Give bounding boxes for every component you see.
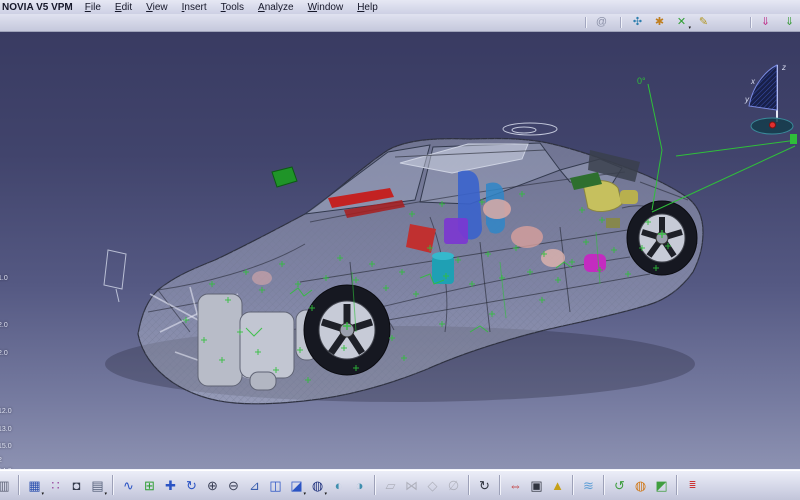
car-model-scene[interactable]: 0° [0,32,800,470]
menu-analyze[interactable]: Analyze [258,2,294,13]
compass-z-label: z [781,63,786,72]
fit-x-icon[interactable]: ✕▾ [673,15,690,29]
clipped-icon[interactable]: ▥ [0,474,14,497]
top-toolbar: @ ✣ ✱ ✕▾ ✎ ⇓ ⇓ [0,14,800,32]
rotate-icon[interactable]: ↻ [181,474,202,497]
bottom-toolbar: ▥▦▾∷◘▤▾∿⊞✚↻⊕⊖⊿◫◪▾◍▾◐◑▱⋈◇∅↻⇔▣▲≋↺◍◩≣ [0,469,800,500]
annotation-icon: ◇ [422,474,443,497]
dropdown-caret: ▾ [104,492,107,497]
report-transition-icon[interactable]: ▤▾ [87,474,108,497]
dropdown-caret: ▾ [688,26,691,31]
toolbar-separator [603,475,605,495]
measure-between-icon: ▱ [380,474,401,497]
star-edit-icon[interactable]: ✎ [695,15,712,29]
coords-readout-icon[interactable]: ≣ [682,474,703,497]
compass-center-dot[interactable] [770,122,776,128]
compass-y-label: y [744,95,750,104]
tree-node-label[interactable]: 2 [0,457,2,465]
menu-insert[interactable]: Insert [182,2,207,13]
angle-annotation: 0° [637,76,646,86]
hide-show-icon[interactable]: ◐ [328,474,349,497]
tree-node-label[interactable]: 2.0 [0,322,8,330]
menu-items: File Edit View Insert Tools Analyze Window Help [85,2,392,13]
menu-tools[interactable]: Tools [221,2,244,13]
doc-export-icon[interactable]: ⇓ [781,15,798,29]
pan-icon[interactable]: ✚ [160,474,181,497]
menu-view[interactable]: View [146,2,168,13]
layers-icon[interactable]: ≋ [578,474,599,497]
weight-icon[interactable]: ▲ [547,474,568,497]
bee-workbench-icon[interactable]: ✱ [651,15,668,29]
doc-import-icon[interactable]: ⇓ [757,15,774,29]
toolbar-separator [468,475,470,495]
menu-edit[interactable]: Edit [115,2,132,13]
tree-node-label[interactable]: 2.0 [0,350,8,358]
toolbar-separator [750,17,752,28]
app-title: NOVIA V5 VPM [2,2,73,13]
zoom-out-icon[interactable]: ⊖ [223,474,244,497]
mirror-part [272,167,297,187]
toolbar-separator [374,475,376,495]
tree-node-label[interactable]: 12.0 [0,408,12,416]
menu-help[interactable]: Help [357,2,378,13]
swap-space-icon[interactable]: ◑ [349,474,370,497]
dropdown-caret: ▾ [41,492,44,497]
swap-arrows-icon[interactable]: ⇔ [505,474,526,497]
sketch-ellipse [503,123,557,135]
iso-view-icon[interactable]: ◪▾ [286,474,307,497]
car-model[interactable]: 0° [104,76,797,404]
menu-file[interactable]: File [85,2,101,13]
update-icon[interactable]: ↺ [609,474,630,497]
tree-node-label[interactable]: 1.0 [0,275,8,283]
turntable-icon[interactable]: ↻ [474,474,495,497]
apply-material-icon[interactable]: ◩ [651,474,672,497]
fit-all-in-icon[interactable]: ⊞ [139,474,160,497]
toolbar-separator [499,475,501,495]
dropdown-caret: ▾ [303,492,306,497]
zoom-in-icon[interactable]: ⊕ [202,474,223,497]
menu-window[interactable]: Window [308,2,344,13]
section-icon: ∅ [443,474,464,497]
compass-widget[interactable]: z x y [739,60,799,145]
toolbar-separator [112,475,114,495]
multi-view-icon[interactable]: ◫ [265,474,286,497]
lock-icon[interactable]: ◘ [66,474,87,497]
measure-item-icon: ⋈ [401,474,422,497]
measure-table-icon[interactable]: ▦▾ [24,474,45,497]
toolbar-separator [572,475,574,495]
vpm-navigator-icon[interactable]: ✣ [629,15,646,29]
render-style-icon[interactable]: ◍▾ [307,474,328,497]
menu-bar: NOVIA V5 VPM File Edit View Insert Tools Anal… [0,0,800,15]
compass-sail[interactable] [749,65,777,110]
fly-mode-icon[interactable]: ∿ [118,474,139,497]
compass-x-label: x [750,77,756,86]
normal-view-icon[interactable]: ⊿ [244,474,265,497]
tree-node-label[interactable]: 15.0 [0,443,12,451]
tree-node-label[interactable]: 13.0 [0,426,12,434]
knowledge-icon[interactable]: ◍ [630,474,651,497]
ppr-links-icon[interactable]: ∷ [45,474,66,497]
capture-icon[interactable]: ▣ [526,474,547,497]
sketch-quad [104,250,126,302]
toolbar-separator [18,475,20,495]
viewport-3d[interactable]: 0° z x y 1.02.02.012.013.015 [0,31,800,470]
toolbar-separator [676,475,678,495]
toolbar-separator [585,17,587,28]
powercopy-swirl-icon[interactable]: @ [593,15,610,29]
toolbar-separator [620,17,622,28]
dropdown-caret: ▾ [324,492,327,497]
